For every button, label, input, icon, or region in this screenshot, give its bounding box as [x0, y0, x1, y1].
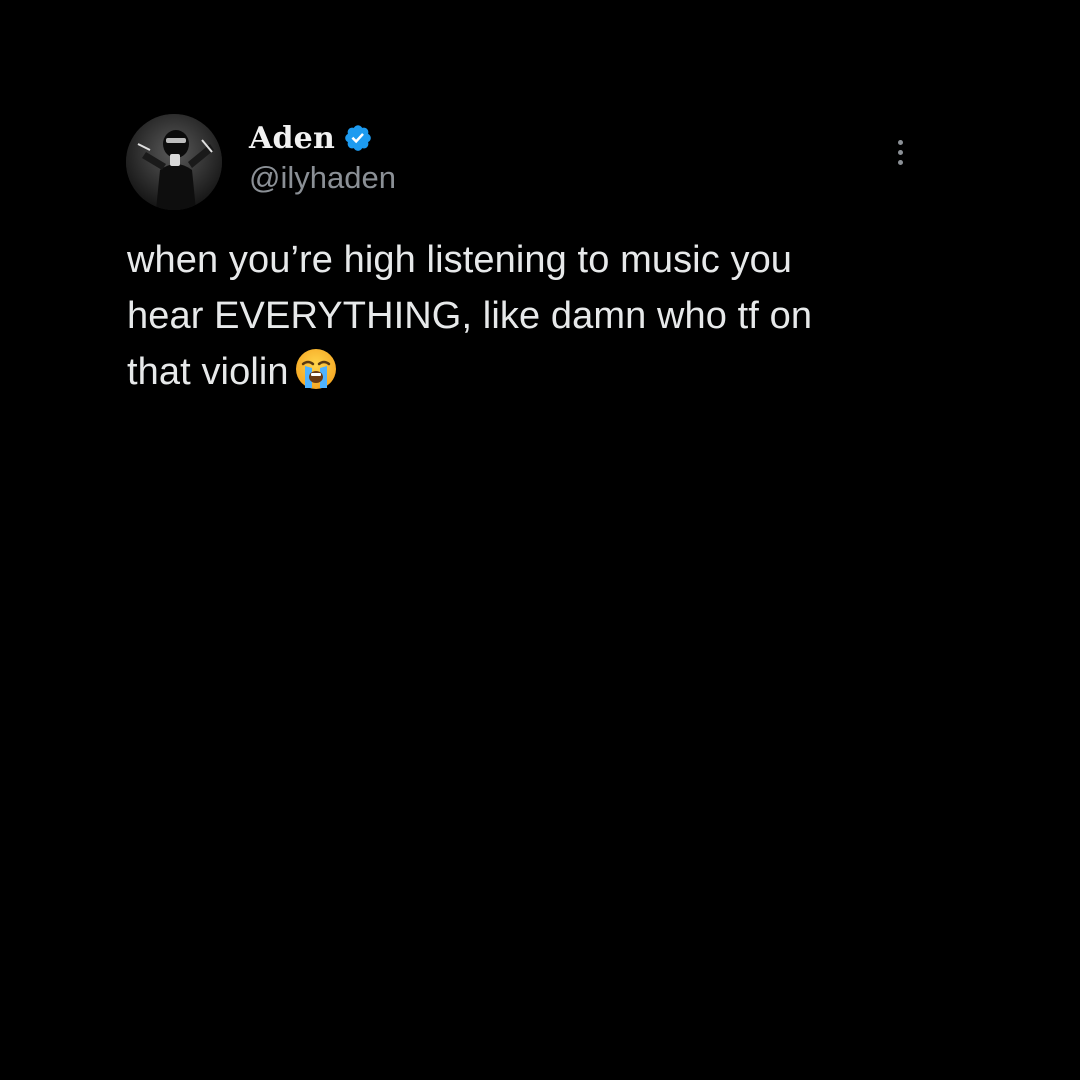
more-dot: [897, 139, 903, 145]
tweet-text: when you’re high listening to music you …: [127, 232, 927, 400]
author-handle[interactable]: @ilyhaden: [249, 160, 396, 196]
avatar[interactable]: [126, 114, 222, 210]
tweet-text-line: when you’re high listening to music you: [127, 239, 793, 281]
more-vertical-icon[interactable]: [884, 132, 916, 172]
more-dot: [897, 159, 903, 165]
loudly-crying-face-icon: [293, 346, 339, 392]
author-name-row[interactable]: Aden: [249, 118, 373, 158]
tweet-text-line-content: that violin: [127, 351, 289, 393]
more-dot: [897, 149, 903, 155]
avatar-photo: [126, 114, 222, 210]
tweet-card: Aden @ilyhaden when you’re high listenin…: [0, 0, 1080, 1080]
author-display-name: Aden: [249, 120, 335, 156]
verified-badge-icon: [343, 123, 373, 153]
tweet-text-line: hear EVERYTHING, like damn who tf on: [127, 295, 813, 337]
tweet-text-line-last: that violin: [127, 344, 927, 400]
